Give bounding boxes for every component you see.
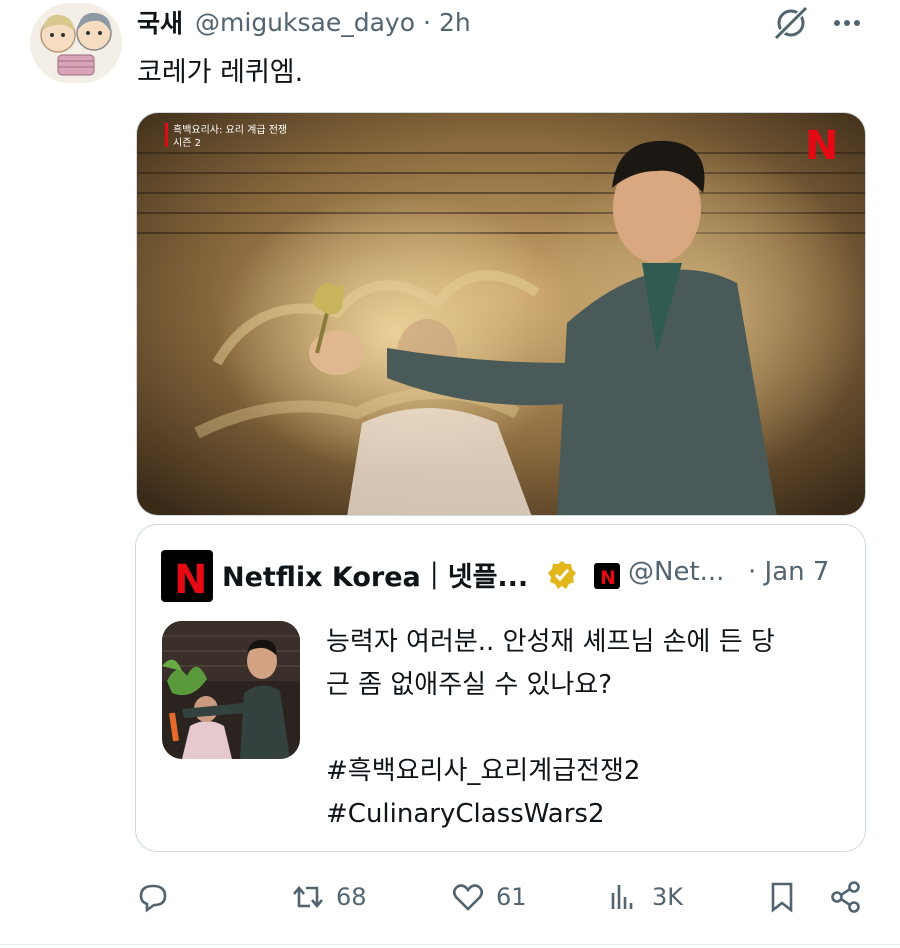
svg-text:N: N	[600, 567, 616, 589]
verified-badge-icon	[546, 559, 578, 591]
retweet-button[interactable]: 68	[290, 872, 367, 922]
separator-dot: ·	[423, 7, 431, 37]
quoted-text: 능력자 여러분.. 안성재 셰프님 손에 든 당 근 좀 없애주실 수 있나요?…	[326, 621, 775, 836]
quoted-date[interactable]: · Jan 7	[748, 557, 829, 587]
svg-text:N: N	[174, 557, 207, 602]
quoted-media-thumbnail[interactable]	[162, 621, 300, 759]
heart-icon	[452, 884, 484, 911]
affiliate-badge-icon: N	[594, 563, 620, 589]
retweet-icon	[293, 885, 323, 909]
avatar[interactable]	[30, 3, 122, 83]
display-name[interactable]: 국새	[137, 4, 183, 40]
timestamp[interactable]: 2h	[439, 8, 471, 37]
quoted-handle[interactable]: @Net...	[628, 557, 724, 587]
like-button[interactable]: 61	[450, 872, 527, 922]
tweet-media-image[interactable]: 흑백요리사: 요리 계급 전쟁 시즌 2 N	[136, 112, 866, 516]
media-overlay-subtitle: 시즌 2	[173, 137, 201, 149]
quoted-text-line: 근 좀 없애주실 수 있나요?	[326, 670, 613, 700]
retweet-count: 68	[336, 883, 367, 911]
tweet-text: 코레가 레퀴엠.	[137, 57, 304, 88]
tweet-header: 국새 @miguksae_dayo · 2h	[137, 4, 471, 40]
like-count: 61	[496, 883, 527, 911]
netflix-avatar[interactable]: N	[161, 550, 213, 603]
views-count: 3K	[652, 883, 684, 911]
views-icon	[611, 885, 633, 909]
bookmark-icon	[771, 882, 793, 913]
netflix-logo: N	[805, 123, 838, 169]
quoted-text-line: 능력자 여러분.. 안성재 셰프님 손에 든 당	[326, 627, 775, 657]
share-icon	[831, 881, 860, 913]
views-button[interactable]: 3K	[606, 872, 683, 922]
action-bar: 68 61 3K	[0, 872, 900, 922]
user-handle[interactable]: @miguksae_dayo	[195, 8, 415, 37]
media-overlay-title: 흑백요리사: 요리 계급 전쟁	[173, 123, 287, 136]
hashtag-link[interactable]: #흑백요리사_요리계급전쟁2	[326, 750, 775, 793]
hashtag-link[interactable]: #CulinaryClassWars2	[326, 793, 775, 836]
reply-button[interactable]	[135, 872, 181, 922]
more-options-icon[interactable]	[826, 2, 868, 44]
grok-icon[interactable]	[770, 2, 812, 44]
bookmark-button[interactable]	[764, 872, 800, 922]
share-button[interactable]	[828, 872, 864, 922]
reply-icon	[139, 884, 167, 913]
quoted-display-name[interactable]: Netflix Korea｜넷플...	[222, 555, 528, 594]
quoted-tweet[interactable]: N Netflix Korea｜넷플... N @Net... · Jan 7	[135, 524, 866, 852]
divider	[0, 944, 900, 945]
